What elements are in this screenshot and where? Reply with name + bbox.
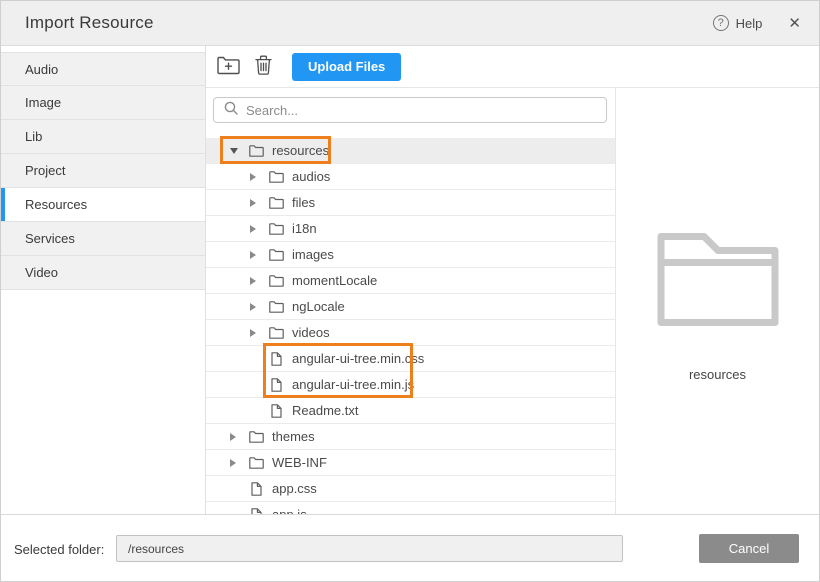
caret-right-icon[interactable] [250, 225, 260, 233]
tree-row-label: themes [272, 429, 315, 444]
preview-panel: resources [616, 88, 819, 514]
close-icon[interactable]: ✕ [788, 14, 801, 32]
sidebar-item-label: Resources [25, 197, 87, 212]
upload-files-button[interactable]: Upload Files [292, 53, 401, 81]
tree-row-label: WEB-INF [272, 455, 327, 470]
file-icon [269, 378, 284, 392]
file-tree-panel: resources audios files [206, 88, 616, 514]
tree-row-label: angular-ui-tree.min.js [292, 377, 414, 392]
sidebar-item-label: Project [25, 163, 65, 178]
sidebar-item-label: Audio [25, 62, 58, 77]
file-icon [249, 482, 264, 496]
import-resource-dialog: Import Resource ? Help ✕ Audio Image Lib… [0, 0, 820, 582]
new-folder-icon [217, 56, 240, 78]
tree-row-folder[interactable]: momentLocale [206, 268, 615, 294]
sidebar-item-label: Video [25, 265, 58, 280]
folder-icon [269, 327, 284, 339]
caret-right-icon[interactable] [230, 433, 240, 441]
file-icon [269, 404, 284, 418]
content-area: resources audios files [206, 88, 819, 514]
tree-row-folder[interactable]: resources [206, 138, 615, 164]
tree-row-folder[interactable]: ngLocale [206, 294, 615, 320]
cancel-button[interactable]: Cancel [699, 534, 799, 563]
sidebar-item-label: Services [25, 231, 75, 246]
caret-right-icon[interactable] [250, 251, 260, 259]
tree-row-label: images [292, 247, 334, 262]
tree-row-label: Readme.txt [292, 403, 358, 418]
tree-row-label: angular-ui-tree.min.css [292, 351, 424, 366]
folder-preview-icon [657, 233, 779, 331]
dialog-footer: Selected folder: Cancel [1, 514, 819, 581]
caret-right-icon[interactable] [230, 459, 240, 467]
search-icon [224, 101, 246, 120]
tree-row-label: ngLocale [292, 299, 345, 314]
tree-row-file[interactable]: Readme.txt [206, 398, 615, 424]
tree-row-label: videos [292, 325, 330, 340]
sidebar-item-label: Lib [25, 129, 42, 144]
tree-row-file[interactable]: app.css [206, 476, 615, 502]
dialog-header: Import Resource ? Help ✕ [1, 1, 819, 46]
toolbar: Upload Files [206, 46, 819, 88]
caret-right-icon[interactable] [250, 173, 260, 181]
tree-row-file[interactable]: app.js [206, 502, 615, 514]
header-actions: ? Help ✕ [713, 14, 801, 32]
file-icon [269, 352, 284, 366]
tree-row-label: files [292, 195, 315, 210]
tree-row-file[interactable]: angular-ui-tree.min.js [206, 372, 615, 398]
folder-icon [249, 145, 264, 157]
help-link[interactable]: Help [736, 16, 763, 31]
sidebar-item-resources[interactable]: Resources [1, 188, 205, 222]
tree-row-folder[interactable]: WEB-INF [206, 450, 615, 476]
selected-folder-label: Selected folder: [14, 542, 104, 557]
folder-icon [269, 171, 284, 183]
caret-right-icon[interactable] [250, 277, 260, 285]
caret-right-icon[interactable] [250, 199, 260, 207]
tree-row-label: i18n [292, 221, 317, 236]
tree-row-label: app.css [272, 481, 317, 496]
tree-row-folder[interactable]: videos [206, 320, 615, 346]
help-icon[interactable]: ? [713, 15, 729, 31]
delete-button[interactable] [255, 55, 272, 79]
folder-icon [269, 197, 284, 209]
sidebar-item-video[interactable]: Video [1, 256, 205, 290]
caret-right-icon[interactable] [250, 303, 260, 311]
category-sidebar: Audio Image Lib Project Resources Servic… [1, 46, 206, 514]
trash-icon [255, 55, 272, 79]
sidebar-item-services[interactable]: Services [1, 222, 205, 256]
preview-folder-name: resources [689, 367, 746, 382]
sidebar-item-lib[interactable]: Lib [1, 120, 205, 154]
tree-row-label: resources [272, 143, 329, 158]
tree-row-folder[interactable]: files [206, 190, 615, 216]
file-tree: resources audios files [206, 138, 615, 514]
caret-right-icon[interactable] [250, 329, 260, 337]
sidebar-item-image[interactable]: Image [1, 86, 205, 120]
tree-row-folder[interactable]: images [206, 242, 615, 268]
folder-icon [249, 457, 264, 469]
tree-row-label: momentLocale [292, 273, 377, 288]
tree-row-folder[interactable]: themes [206, 424, 615, 450]
sidebar-item-project[interactable]: Project [1, 154, 205, 188]
search-input[interactable] [246, 103, 596, 118]
new-folder-button[interactable] [217, 56, 240, 78]
folder-icon [269, 223, 284, 235]
tree-row-file[interactable]: angular-ui-tree.min.css [206, 346, 615, 372]
sidebar-item-label: Image [25, 95, 61, 110]
folder-icon [269, 301, 284, 313]
tree-row-label: audios [292, 169, 330, 184]
folder-icon [269, 275, 284, 287]
tree-row-folder[interactable]: i18n [206, 216, 615, 242]
folder-icon [269, 249, 284, 261]
search-box[interactable] [213, 97, 607, 123]
folder-icon [249, 431, 264, 443]
search-wrap [206, 88, 615, 138]
tree-row-folder[interactable]: audios [206, 164, 615, 190]
caret-down-icon[interactable] [230, 148, 240, 154]
sidebar-item-audio[interactable]: Audio [1, 52, 205, 86]
main-area: Upload Files [206, 46, 819, 514]
selected-folder-input[interactable] [116, 535, 623, 562]
dialog-title: Import Resource [25, 13, 154, 33]
tree-row-label: app.js [272, 507, 307, 514]
